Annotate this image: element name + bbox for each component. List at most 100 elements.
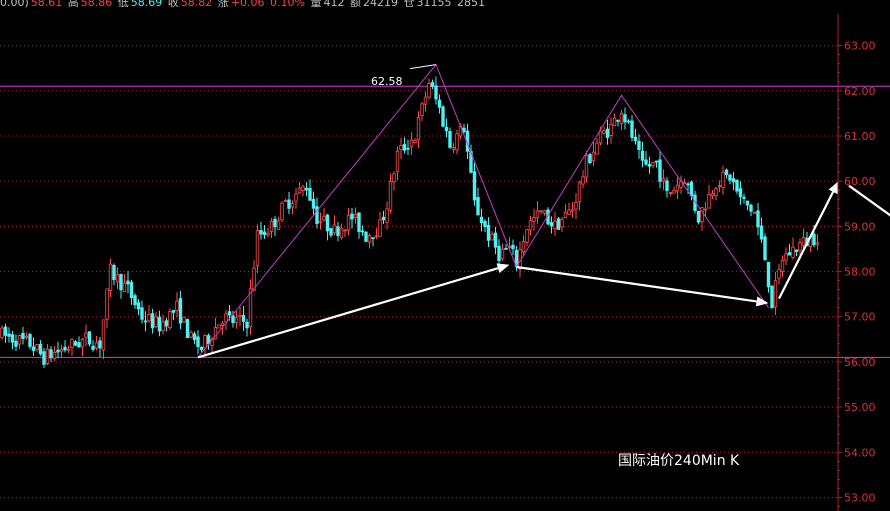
candle-body (178, 298, 183, 324)
candle-body (266, 233, 270, 236)
candle-body (122, 282, 127, 293)
candle-body (147, 314, 151, 322)
candle-body (73, 341, 78, 346)
y-tick-label: 56.00 (844, 356, 876, 369)
candle-body (164, 320, 169, 327)
candle-body (203, 335, 207, 349)
candle-body (770, 285, 774, 309)
candle-body (427, 83, 431, 98)
candle-body (756, 210, 760, 228)
candle-body (595, 142, 599, 155)
chart-caption: 国际油价240Min K (618, 453, 740, 469)
candle-body (388, 181, 393, 211)
candle-body (231, 315, 235, 324)
candle-body (759, 225, 764, 240)
candle-body (262, 231, 267, 235)
peak-label-leader (409, 64, 437, 70)
candle-body (154, 316, 158, 327)
candle-body (703, 208, 708, 211)
candle-body (80, 338, 85, 348)
candle-body (182, 316, 186, 323)
candle-body (105, 288, 109, 320)
candle-body (616, 119, 620, 122)
candle-body (644, 159, 648, 165)
candle-body (472, 171, 477, 201)
candle-body (413, 139, 417, 144)
candle-body (140, 307, 144, 320)
candle-body (161, 321, 165, 332)
candle-body (735, 179, 739, 192)
candle-body (441, 106, 445, 127)
candle-body (801, 236, 806, 246)
candle-body (63, 346, 67, 351)
candle-body (714, 188, 718, 196)
candle-body (654, 160, 659, 163)
candle-body (434, 85, 438, 100)
candle-body (115, 274, 120, 283)
candle-body (647, 163, 652, 167)
candle-body (556, 218, 561, 230)
candle-body (301, 186, 305, 191)
candle-body (318, 220, 323, 223)
candle-body (91, 345, 95, 350)
candle-body (528, 220, 533, 231)
candle-body (686, 183, 690, 186)
candle-body (675, 184, 680, 192)
y-tick-label: 59.00 (844, 220, 876, 233)
candlestick-chart: 63.00 62.00 61.00 60.00 59.00 58.00 57.00 56.00… (0, 14, 890, 511)
candle-body (406, 147, 410, 150)
candle-body (584, 155, 589, 178)
trend-arrow-shaft (848, 184, 890, 217)
candle-body (322, 215, 326, 221)
candle-body (402, 144, 407, 151)
candle-body (409, 139, 414, 148)
candle-body (749, 204, 753, 212)
trend-arrow-head (496, 263, 510, 273)
candle-body (773, 280, 778, 308)
trend-arrow-shaft (197, 267, 499, 359)
candle-body (129, 282, 134, 299)
candle-body (728, 174, 732, 181)
candle-body (416, 117, 421, 141)
candle-body (640, 150, 645, 161)
candle-body (10, 334, 15, 343)
candle-body (143, 320, 148, 323)
candle-body (651, 162, 655, 166)
candle-body (371, 237, 375, 240)
y-tick-label: 55.00 (844, 401, 876, 414)
candle-body (430, 82, 435, 87)
candle-body (245, 321, 249, 329)
candle-body (276, 220, 281, 230)
y-axis: 63.00 62.00 61.00 60.00 59.00 58.00 57.00 56.00… (837, 14, 876, 511)
candle-body (395, 150, 400, 173)
candle-body (119, 274, 123, 291)
candle-body (392, 173, 396, 183)
candle-body (343, 229, 347, 232)
candle-body (196, 336, 200, 347)
candle-body (217, 324, 221, 329)
y-tick-label: 61.00 (844, 130, 876, 143)
candle-body (493, 232, 498, 248)
candle-body (462, 127, 466, 133)
candle-body (294, 193, 298, 202)
candle-body (721, 171, 725, 188)
candle-body (437, 99, 442, 108)
candle-body (630, 120, 634, 138)
candle-body (602, 130, 606, 134)
candle-body (168, 310, 172, 329)
candle-body (171, 310, 176, 313)
candle-body (357, 212, 361, 232)
candle-body (574, 202, 578, 210)
candle-body (752, 211, 757, 214)
candle-body (784, 253, 788, 261)
candle-body (157, 316, 162, 332)
candle-body (56, 349, 60, 353)
candle-body (777, 268, 781, 279)
candle-body (591, 151, 596, 162)
candle-body (742, 196, 746, 199)
candle-body (332, 224, 337, 234)
candle-body (311, 198, 316, 209)
y-tick-label: 63.00 (844, 40, 876, 53)
y-tick-label: 57.00 (844, 311, 876, 324)
candle-body (329, 228, 333, 236)
